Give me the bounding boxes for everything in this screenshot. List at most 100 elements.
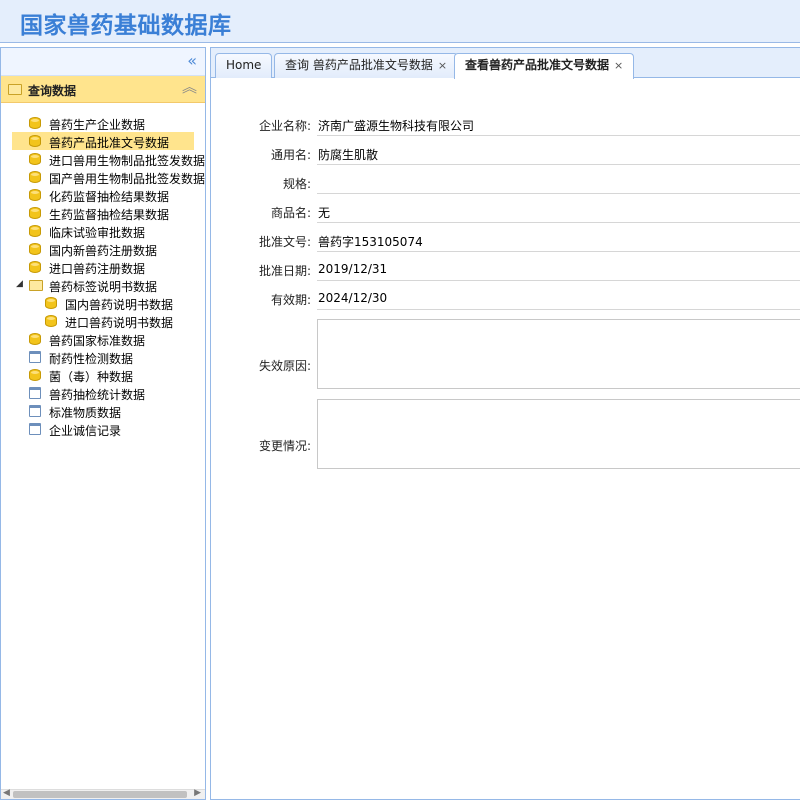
database-icon	[29, 117, 41, 129]
form-row: 批准文号: 兽药字153105074	[211, 228, 800, 252]
field-underline	[317, 135, 800, 136]
database-icon	[29, 189, 41, 201]
scroll-right-icon[interactable]: ▶	[194, 788, 201, 798]
sidebar-item[interactable]: 标准物质数据	[1, 402, 205, 420]
app-title: 国家兽药基础数据库	[20, 13, 232, 39]
sidebar-item[interactable]: 耐药性检测数据	[1, 348, 205, 366]
close-icon[interactable]: ×	[614, 59, 623, 72]
nav-tree: 兽药生产企业数据 兽药产品批准文号数据进口兽用生物制品批签发数据 国产兽用生物制品批…	[1, 114, 205, 438]
file-icon	[29, 387, 41, 399]
sidebar-item[interactable]: 兽药国家标准数据	[1, 330, 205, 348]
field-value: 防腐生肌散	[318, 148, 379, 162]
scrollbar-thumb[interactable]	[13, 791, 187, 798]
database-icon	[29, 153, 41, 165]
field-value: 无	[318, 206, 331, 220]
sidebar-item[interactable]: 国内新兽药注册数据	[1, 240, 205, 258]
sidebar-item[interactable]: 临床试验审批数据	[1, 222, 205, 240]
double-chevron-up-icon[interactable]: ︽	[182, 79, 197, 96]
failure-reason-textarea[interactable]	[317, 319, 800, 389]
sidebar-item[interactable]: ◢ 兽药标签说明书数据	[1, 276, 205, 294]
sidebar-item-label: 菌（毒）种数据	[49, 370, 134, 384]
field-label: 规格:	[282, 177, 311, 191]
sidebar-item-label: 国内新兽药注册数据	[49, 244, 158, 258]
field-underline	[317, 193, 800, 194]
database-icon	[45, 297, 57, 309]
sidebar-item-label: 生药监督抽检结果数据	[49, 208, 170, 222]
sidebar-item-label: 进口兽药注册数据	[49, 262, 146, 276]
field-value: 2024/12/30	[318, 291, 388, 305]
field-underline	[317, 280, 800, 281]
sidebar-item[interactable]: 菌（毒）种数据	[1, 366, 205, 384]
double-chevron-left-icon[interactable]: «	[187, 51, 197, 70]
accordion-title: 查询数据	[28, 84, 77, 98]
field-label: 批准日期:	[258, 264, 311, 278]
file-icon	[29, 351, 41, 363]
app-header: 国家兽药基础数据库	[0, 0, 800, 43]
main-panel: Home 查询 兽药产品批准文号数据 × 查看兽药产品批准文号数据 × 失效原因: 变更…	[210, 47, 800, 800]
sidebar-item[interactable]: 进口兽药注册数据	[1, 258, 205, 276]
database-icon	[29, 207, 41, 219]
change-info-label: 变更情况:	[258, 439, 311, 453]
sidebar-item-label: 临床试验审批数据	[49, 226, 146, 240]
database-icon	[29, 333, 41, 345]
field-underline	[317, 222, 800, 223]
database-icon	[45, 315, 57, 327]
sidebar-item-label: 国内兽药说明书数据	[65, 298, 174, 312]
scroll-left-icon[interactable]: ◀	[3, 788, 10, 798]
form-row: 批准日期: 2019/12/31	[211, 257, 800, 281]
sidebar-item-label: 兽药生产企业数据	[49, 118, 146, 132]
sidebar-item[interactable]: 国产兽用生物制品批签发数据	[1, 168, 205, 186]
field-underline	[317, 164, 800, 165]
sidebar-item-label: 耐药性检测数据	[49, 352, 134, 366]
tab-0[interactable]: Home	[215, 53, 273, 78]
tab-label: 查看兽药产品批准文号数据	[465, 58, 610, 72]
tab-2[interactable]: 查看兽药产品批准文号数据 ×	[454, 53, 635, 79]
sidebar-item-label: 兽药标签说明书数据	[49, 280, 158, 294]
database-icon	[29, 135, 41, 147]
sidebar-item[interactable]: 进口兽用生物制品批签发数据	[1, 150, 205, 168]
folder-icon	[29, 280, 43, 291]
sidebar-item[interactable]: 生药监督抽检结果数据	[1, 204, 205, 222]
sidebar-item[interactable]: 国内兽药说明书数据	[1, 294, 205, 312]
field-label: 通用名:	[270, 148, 311, 162]
form-row: 规格:	[211, 170, 800, 194]
tab-bar: Home 查询 兽药产品批准文号数据 × 查看兽药产品批准文号数据 ×	[211, 48, 800, 79]
sidebar-collapse-bar: «	[1, 48, 205, 76]
sidebar-item[interactable]: 兽药生产企业数据	[1, 114, 205, 132]
field-value: 2019/12/31	[318, 262, 388, 276]
sidebar-item[interactable]: 兽药产品批准文号数据	[1, 132, 205, 150]
sidebar: « 查询数据 ︽ 兽药生产企业数据 兽药产品批准文号数据进口兽用生物制品批签发数据…	[0, 47, 206, 800]
tab-label: Home	[226, 58, 262, 72]
field-value: 济南广盛源生物科技有限公司	[318, 119, 475, 133]
horizontal-scrollbar[interactable]: ◀ ▶	[1, 788, 205, 799]
change-info-textarea[interactable]	[317, 399, 800, 469]
field-value: 兽药字153105074	[318, 235, 423, 249]
sidebar-item-label: 国产兽用生物制品批签发数据	[49, 172, 206, 186]
accordion-header-query-data[interactable]: 查询数据 ︽	[1, 76, 205, 103]
sidebar-item-label: 进口兽用生物制品批签发数据	[49, 154, 206, 168]
expand-toggle-icon[interactable]: ◢	[16, 279, 23, 289]
sidebar-item[interactable]: 化药监督抽检结果数据	[1, 186, 205, 204]
database-icon	[29, 171, 41, 183]
sidebar-item[interactable]: 企业诚信记录	[1, 420, 205, 438]
field-underline	[317, 309, 800, 310]
form-row: 企业名称: 济南广盛源生物科技有限公司	[211, 112, 800, 136]
tab-label: 查询 兽药产品批准文号数据	[285, 58, 433, 72]
close-icon[interactable]: ×	[438, 59, 447, 72]
file-icon	[29, 405, 41, 417]
field-label: 商品名:	[270, 206, 311, 220]
tab-1[interactable]: 查询 兽药产品批准文号数据 ×	[274, 53, 459, 78]
field-label: 企业名称:	[258, 119, 311, 133]
form-row: 商品名: 无	[211, 199, 800, 223]
sidebar-item-label: 兽药国家标准数据	[49, 334, 146, 348]
sidebar-item-label: 进口兽药说明书数据	[65, 316, 174, 330]
folder-icon	[8, 84, 22, 95]
database-icon	[29, 261, 41, 273]
sidebar-item-label: 化药监督抽检结果数据	[49, 190, 170, 204]
failure-reason-label: 失效原因:	[258, 359, 311, 373]
database-icon	[29, 243, 41, 255]
sidebar-item-label: 企业诚信记录	[49, 424, 122, 438]
sidebar-item[interactable]: 进口兽药说明书数据	[1, 312, 205, 330]
sidebar-item-label: 标准物质数据	[49, 406, 122, 420]
sidebar-item[interactable]: 兽药抽检统计数据	[1, 384, 205, 402]
